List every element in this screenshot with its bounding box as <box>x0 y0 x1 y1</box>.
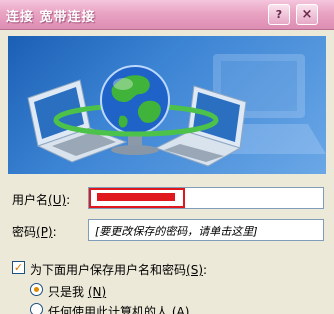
password-input[interactable]: [要更改保存的密码，请单击这里] <box>88 219 324 241</box>
password-placeholder: [要更改保存的密码，请单击这里] <box>95 225 258 238</box>
title-bar[interactable]: 连接 宽带连接 ? × <box>0 0 334 30</box>
save-credentials-label: 为下面用户保存用户名和密码(S): <box>30 263 208 277</box>
redacted-username-highlight <box>89 188 185 208</box>
globe-icon <box>100 65 170 135</box>
network-banner-image <box>8 36 326 174</box>
radio-me-only[interactable] <box>30 283 43 296</box>
help-button[interactable]: ? <box>268 4 290 25</box>
radio-anyone-label: 任何使用此计算机的人 (A) <box>48 305 190 314</box>
username-row: 用户名(U): <box>0 186 334 210</box>
radio-anyone-row: 任何使用此计算机的人 (A) <box>0 300 334 314</box>
password-label: 密码(P): <box>12 225 57 239</box>
username-label: 用户名(U): <box>12 193 71 207</box>
radio-me-row: 只是我 (N) <box>0 281 334 299</box>
radio-anyone[interactable] <box>30 303 43 314</box>
username-input[interactable] <box>88 187 324 209</box>
window-title: 连接 宽带连接 <box>6 10 96 25</box>
connect-dialog: 连接 宽带连接 ? × 用户名(U): 密码(P): [要更改保存的密码，请单击… <box>0 0 334 314</box>
save-credentials-checkbox[interactable]: ✓ <box>12 261 25 274</box>
save-credentials-row: ✓ 为下面用户保存用户名和密码(S): <box>0 259 334 277</box>
radio-me-label: 只是我 (N) <box>48 285 107 299</box>
password-row: 密码(P): [要更改保存的密码，请单击这里] <box>0 219 334 243</box>
close-button[interactable]: × <box>296 4 318 25</box>
